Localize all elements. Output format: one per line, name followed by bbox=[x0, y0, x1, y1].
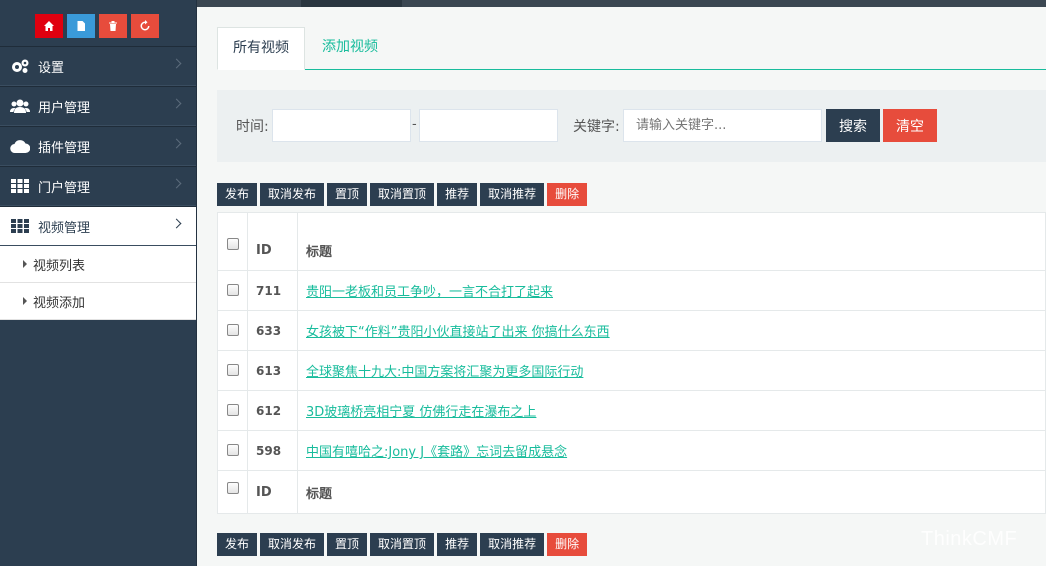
sidebar-item-video[interactable]: 视频管理 bbox=[0, 206, 196, 246]
watermark: ThinkCMF bbox=[921, 528, 1018, 550]
publish-button[interactable]: 发布 bbox=[217, 533, 258, 556]
date-separator: - bbox=[412, 117, 417, 132]
table-row: 612 3D玻璃桥亮相宁夏 仿佛行走在瀑布之上 bbox=[218, 391, 1045, 431]
row-id: 598 bbox=[248, 431, 298, 470]
row-checkbox[interactable] bbox=[227, 284, 239, 296]
row-id: 613 bbox=[248, 351, 298, 390]
cogs-icon bbox=[9, 57, 31, 75]
quick-buttons bbox=[0, 0, 196, 46]
caret-right-icon bbox=[23, 297, 27, 305]
table-row: 633 女孩被下“作料”贵阳小伙直接站了出来 你搞什么东西 bbox=[218, 311, 1045, 351]
sidebar-subitem-label: 视频添加 bbox=[33, 295, 86, 311]
recycle-icon bbox=[140, 20, 150, 31]
sidebar-item-label: 用户管理 bbox=[38, 100, 91, 116]
select-all-checkbox-footer[interactable] bbox=[227, 482, 239, 494]
sidebar: 设置 用户管理 插件管理 门户管理 视频管理 视频列表 视频添加 bbox=[0, 0, 197, 566]
recommend-button[interactable]: 推荐 bbox=[437, 183, 478, 206]
chevron-right-icon bbox=[171, 218, 182, 229]
video-table: ID 标题 711 贵阳一老板和员工争吵，一言不合打了起来 633 女孩被下“作… bbox=[217, 212, 1046, 514]
row-title-link[interactable]: 女孩被下“作料”贵阳小伙直接站了出来 你搞什么东西 bbox=[306, 321, 610, 340]
chevron-right-icon bbox=[171, 98, 182, 109]
row-id: 612 bbox=[248, 391, 298, 430]
sidebar-submenu: 视频列表 视频添加 bbox=[0, 246, 196, 320]
row-title-link[interactable]: 中国有嘻哈之:Jony J《套路》忘词去留成悬念 bbox=[306, 441, 567, 460]
search-form: 时间: - 关键字: 搜索 清空 bbox=[217, 90, 1046, 162]
grid-icon bbox=[9, 177, 31, 195]
sidebar-subitem-video-add[interactable]: 视频添加 bbox=[0, 283, 196, 320]
trash-button[interactable] bbox=[99, 14, 127, 38]
sidebar-item-settings[interactable]: 设置 bbox=[0, 46, 196, 86]
unpin-button[interactable]: 取消置顶 bbox=[370, 533, 435, 556]
column-header-id: ID bbox=[248, 213, 298, 270]
unpublish-button[interactable]: 取消发布 bbox=[260, 183, 325, 206]
unrecommend-button[interactable]: 取消推荐 bbox=[480, 183, 545, 206]
unpublish-button[interactable]: 取消发布 bbox=[260, 533, 325, 556]
table-footer: ID 标题 bbox=[218, 471, 1045, 513]
row-id: 711 bbox=[248, 271, 298, 310]
select-all-checkbox[interactable] bbox=[227, 238, 239, 250]
keyword-input[interactable] bbox=[623, 109, 822, 142]
start-date-input[interactable] bbox=[272, 109, 411, 142]
file-button[interactable] bbox=[67, 14, 95, 38]
pin-button[interactable]: 置顶 bbox=[327, 533, 368, 556]
chevron-right-icon bbox=[171, 58, 182, 69]
keyword-label: 关键字: bbox=[573, 119, 620, 135]
unrecommend-button[interactable]: 取消推荐 bbox=[480, 533, 545, 556]
main-content: 所有视频 添加视频 时间: - 关键字: 搜索 清空 发布 取消发布 置顶 取消… bbox=[197, 7, 1046, 566]
time-label: 时间: bbox=[236, 119, 269, 135]
sidebar-item-plugins[interactable]: 插件管理 bbox=[0, 126, 196, 166]
caret-right-icon bbox=[23, 260, 27, 268]
sidebar-item-label: 插件管理 bbox=[38, 140, 91, 156]
row-checkbox[interactable] bbox=[227, 324, 239, 336]
home-icon bbox=[44, 21, 54, 31]
users-icon bbox=[9, 97, 31, 115]
file-icon bbox=[77, 21, 85, 31]
delete-button[interactable]: 删除 bbox=[547, 183, 588, 206]
end-date-input[interactable] bbox=[419, 109, 558, 142]
clear-button[interactable]: 清空 bbox=[883, 109, 937, 142]
recommend-button[interactable]: 推荐 bbox=[437, 533, 478, 556]
home-button[interactable] bbox=[35, 14, 63, 38]
search-button[interactable]: 搜索 bbox=[826, 109, 880, 142]
delete-button[interactable]: 删除 bbox=[547, 533, 588, 556]
tab-add-video[interactable]: 添加视频 bbox=[322, 27, 378, 70]
publish-button[interactable]: 发布 bbox=[217, 183, 258, 206]
recycle-button[interactable] bbox=[131, 14, 159, 38]
table-row: 613 全球聚焦十九大:中国方案将汇聚为更多国际行动 bbox=[218, 351, 1045, 391]
row-title-link[interactable]: 贵阳一老板和员工争吵，一言不合打了起来 bbox=[306, 281, 553, 300]
trash-icon bbox=[109, 21, 117, 31]
unpin-button[interactable]: 取消置顶 bbox=[370, 183, 435, 206]
row-id: 633 bbox=[248, 311, 298, 350]
chevron-right-icon bbox=[171, 138, 182, 149]
column-footer-title: 标题 bbox=[306, 486, 333, 502]
cloud-icon bbox=[9, 137, 31, 155]
sidebar-item-label: 视频管理 bbox=[38, 220, 91, 236]
sidebar-subitem-video-list[interactable]: 视频列表 bbox=[0, 246, 196, 283]
row-checkbox[interactable] bbox=[227, 364, 239, 376]
tab-bar: 所有视频 添加视频 bbox=[217, 27, 1046, 70]
column-header-title: 标题 bbox=[306, 245, 333, 260]
column-footer-id: ID bbox=[248, 471, 298, 513]
sidebar-item-portal[interactable]: 门户管理 bbox=[0, 166, 196, 206]
table-row: 598 中国有嘻哈之:Jony J《套路》忘词去留成悬念 bbox=[218, 431, 1045, 471]
sidebar-item-label: 设置 bbox=[38, 60, 65, 76]
row-checkbox[interactable] bbox=[227, 444, 239, 456]
bulk-actions-bottom: 发布 取消发布 置顶 取消置顶 推荐 取消推荐 删除 bbox=[217, 533, 588, 556]
chevron-right-icon bbox=[171, 178, 182, 189]
table-row: 711 贵阳一老板和员工争吵，一言不合打了起来 bbox=[218, 271, 1045, 311]
table-header: ID 标题 bbox=[218, 213, 1045, 271]
grid-icon bbox=[9, 217, 31, 235]
row-title-link[interactable]: 3D玻璃桥亮相宁夏 仿佛行走在瀑布之上 bbox=[306, 401, 536, 420]
sidebar-subitem-label: 视频列表 bbox=[33, 258, 86, 274]
sidebar-menu: 设置 用户管理 插件管理 门户管理 视频管理 bbox=[0, 46, 196, 246]
sidebar-item-label: 门户管理 bbox=[38, 180, 91, 196]
row-title-link[interactable]: 全球聚焦十九大:中国方案将汇聚为更多国际行动 bbox=[306, 361, 583, 380]
row-checkbox[interactable] bbox=[227, 404, 239, 416]
pin-button[interactable]: 置顶 bbox=[327, 183, 368, 206]
sidebar-item-users[interactable]: 用户管理 bbox=[0, 86, 196, 126]
tab-all-videos[interactable]: 所有视频 bbox=[217, 27, 305, 70]
top-navbar bbox=[197, 0, 1046, 7]
bulk-actions-top: 发布 取消发布 置顶 取消置顶 推荐 取消推荐 删除 bbox=[217, 183, 588, 206]
top-navbar-active-tab[interactable] bbox=[301, 0, 402, 7]
